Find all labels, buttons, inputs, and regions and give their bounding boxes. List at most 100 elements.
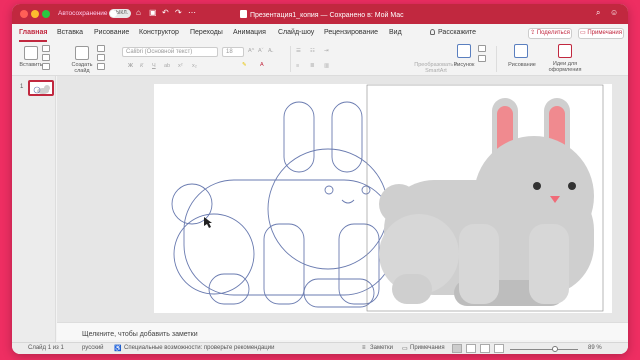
zoom-level[interactable]: 89 %	[588, 345, 602, 351]
notes-placeholder[interactable]: Щелкните, чтобы добавить заметки	[82, 331, 198, 338]
tab-home[interactable]: Главная	[19, 29, 47, 36]
font-size-select[interactable]: 18	[222, 47, 244, 57]
paste-label: Вставить	[19, 62, 43, 68]
more-icon[interactable]: ⋯	[188, 8, 196, 17]
rabbit-illustration	[171, 84, 604, 312]
normal-view-button[interactable]	[452, 344, 462, 353]
arrange-icon[interactable]	[478, 55, 486, 62]
undo-icon[interactable]: ↶	[162, 8, 169, 17]
share-icon: ⇪	[530, 30, 537, 36]
cut-icon[interactable]	[42, 45, 50, 52]
slide[interactable]	[154, 84, 612, 313]
document-icon	[240, 10, 247, 18]
comments-toggle[interactable]: Примечания	[410, 345, 445, 351]
autosave-toggle[interactable]: ВЫКЛ.	[109, 9, 131, 18]
tell-me-label: Расскажите	[438, 29, 477, 36]
tab-view[interactable]: Вид	[389, 29, 402, 36]
font-name-select[interactable]: Calibri (Основной текст)	[122, 47, 218, 57]
comments-button[interactable]: ▭ Примечания	[578, 28, 624, 39]
tab-animations[interactable]: Анимация	[233, 29, 266, 36]
ribbon-tabs: Главная Вставка Рисование Конструктор Пе…	[12, 24, 628, 42]
new-slide-label: Создать слайд	[71, 62, 93, 74]
copy-icon[interactable]	[42, 54, 50, 61]
font-shrink-icon[interactable]: Aˇ	[258, 48, 264, 54]
redo-icon[interactable]: ↷	[175, 8, 182, 17]
ribbon-toolbar: Вставить Создать слайд Calibri (Основной…	[12, 42, 628, 76]
paste-icon[interactable]	[24, 46, 38, 60]
font-color-icon[interactable]: A	[260, 62, 264, 68]
notes-toggle[interactable]: Заметки	[370, 345, 393, 351]
zoom-slider[interactable]	[510, 349, 578, 350]
tab-draw[interactable]: Рисование	[94, 29, 129, 36]
rabbit-outline	[171, 101, 395, 308]
font-grow-icon[interactable]: A^	[248, 48, 254, 54]
search-icon[interactable]: ⌕	[596, 8, 600, 18]
comments-icon: ▭	[402, 346, 408, 352]
strikethrough-icon[interactable]: ab	[164, 63, 170, 69]
accessibility-status[interactable]: Специальные возможности: проверьте реком…	[124, 345, 274, 351]
minimize-window-button[interactable]	[31, 10, 39, 18]
design-ideas-icon[interactable]	[558, 44, 572, 58]
clear-format-icon[interactable]: A̶	[268, 48, 272, 54]
account-icon[interactable]: ☺	[610, 8, 618, 17]
italic-icon[interactable]: К	[140, 63, 143, 69]
document-title: Презентация1_копия — Сохранено в: Мой Ma…	[240, 10, 404, 19]
tab-design[interactable]: Конструктор	[139, 29, 179, 36]
mouse-cursor-icon	[204, 217, 212, 228]
new-slide-icon[interactable]	[75, 46, 89, 60]
share-label: Поделиться	[536, 30, 570, 36]
slide-number: 1	[20, 84, 24, 90]
underline-icon[interactable]: Ч	[152, 63, 156, 69]
lightbulb-icon	[430, 29, 435, 35]
slide-thumbnail[interactable]	[28, 80, 54, 96]
status-bar: Слайд 1 из 1 русский ♿ Специальные возмо…	[12, 342, 628, 354]
reset-icon[interactable]	[97, 54, 105, 61]
design-ideas-label: Идеи для оформления	[548, 61, 582, 73]
slide-count: Слайд 1 из 1	[28, 345, 64, 351]
language[interactable]: русский	[82, 345, 104, 351]
autosave-label: Автосохранение	[58, 10, 108, 17]
bold-icon[interactable]: Ж	[128, 63, 133, 69]
drawing-label: Рисование	[508, 62, 536, 68]
align-center-icon[interactable]: ≣	[310, 63, 315, 69]
comments-label: Примечания	[587, 30, 622, 36]
shapes-icon[interactable]	[478, 45, 486, 52]
slideshow-button[interactable]	[494, 344, 504, 353]
rabbit-filled	[379, 98, 594, 306]
picture-icon[interactable]	[457, 44, 471, 58]
tab-slideshow[interactable]: Слайд-шоу	[278, 29, 314, 36]
tab-review[interactable]: Рецензирование	[324, 29, 378, 36]
separator	[290, 46, 291, 72]
align-left-icon[interactable]: ≡	[296, 63, 299, 69]
subscript-icon[interactable]: x₂	[192, 63, 197, 69]
slide-sorter-button[interactable]	[466, 344, 476, 353]
reading-view-button[interactable]	[480, 344, 490, 353]
superscript-icon[interactable]: x²	[178, 63, 183, 69]
save-icon[interactable]: ▣	[149, 8, 157, 17]
picture-label: Рисунок	[453, 62, 475, 68]
share-button[interactable]: ⇪ Поделиться	[528, 28, 572, 39]
accessibility-icon: ♿	[114, 346, 122, 352]
bullets-icon[interactable]: ☰	[296, 48, 301, 54]
highlight-icon[interactable]: ✎	[242, 62, 247, 68]
tab-insert[interactable]: Вставка	[57, 29, 83, 36]
drawing-icon[interactable]	[514, 44, 528, 58]
thumbnail-rabbit-icon	[33, 85, 50, 94]
notes-icon: ≡	[362, 345, 366, 351]
layout-icon[interactable]	[97, 45, 105, 52]
title-bar: Автосохранение ВЫКЛ. ⌂ ▣ ↶ ↷ ⋯ Презентац…	[12, 4, 628, 24]
columns-icon[interactable]: ▥	[324, 63, 329, 69]
indent-icon[interactable]: ⇥	[324, 48, 329, 54]
section-icon[interactable]	[97, 63, 105, 70]
tab-transitions[interactable]: Переходы	[190, 29, 223, 36]
zoom-window-button[interactable]	[42, 10, 50, 18]
document-title-text: Презентация1_копия — Сохранено в: Мой Ma…	[250, 12, 404, 19]
close-window-button[interactable]	[20, 10, 28, 18]
tell-me-search[interactable]: Расскажите	[430, 29, 476, 36]
slide-thumbnail-pane	[12, 76, 56, 344]
numbering-icon[interactable]: ☷	[310, 48, 315, 54]
separator	[496, 46, 497, 72]
powerpoint-window: Автосохранение ВЫКЛ. ⌂ ▣ ↶ ↷ ⋯ Презентац…	[12, 4, 628, 354]
home-icon[interactable]: ⌂	[136, 8, 141, 17]
zoom-slider-thumb[interactable]	[552, 346, 558, 352]
